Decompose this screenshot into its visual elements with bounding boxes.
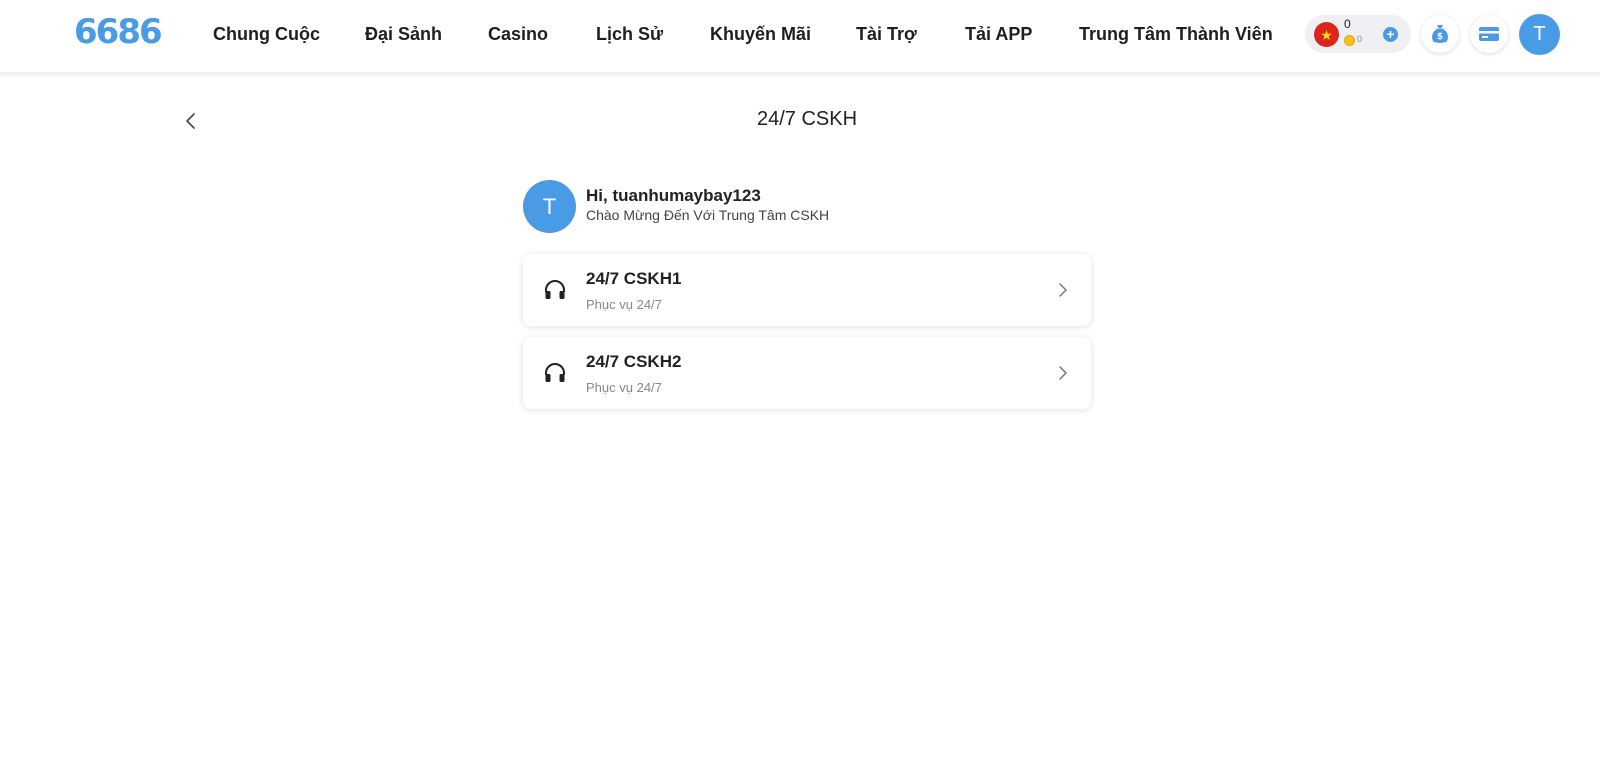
- nav-lich-su[interactable]: Lịch Sử: [596, 24, 663, 45]
- svg-text:$: $: [1437, 32, 1443, 42]
- welcome-text: Chào Mừng Đến Với Trung Tâm CSKH: [586, 207, 830, 223]
- nav-casino[interactable]: Casino: [488, 24, 548, 45]
- nav-trung-tam-thanh-vien[interactable]: Trung Tâm Thành Viên: [1079, 24, 1273, 45]
- balance-amount: 0: [1344, 17, 1351, 31]
- chevron-right-icon: [1059, 366, 1067, 380]
- credit-card-icon: [1479, 27, 1499, 41]
- service-card-cskh2[interactable]: 24/7 CSKH2 Phục vụ 24/7: [523, 337, 1091, 409]
- vietnam-flag-icon: ★: [1314, 22, 1339, 47]
- nav-tai-app[interactable]: Tải APP: [965, 24, 1032, 45]
- chevron-right-icon: [1059, 283, 1067, 297]
- nav-tai-tro[interactable]: Tài Trợ: [856, 24, 917, 45]
- user-avatar: T: [523, 180, 576, 233]
- nav-khuyen-mai[interactable]: Khuyến Mãi: [710, 24, 811, 45]
- service-subtitle: Phục vụ 24/7: [586, 380, 662, 395]
- nav-chung-cuoc[interactable]: Chung Cuộc: [213, 24, 320, 45]
- top-header: 6686 Chung Cuộc Đại Sảnh Casino Lịch Sử …: [0, 0, 1600, 73]
- card-button[interactable]: [1470, 15, 1508, 53]
- headset-icon: [545, 363, 565, 382]
- coin-icon: [1344, 35, 1355, 46]
- coin-balance: 0: [1357, 34, 1363, 44]
- headset-icon: [545, 280, 565, 299]
- service-card-cskh1[interactable]: 24/7 CSKH1 Phục vụ 24/7: [523, 254, 1091, 326]
- greeting-text: Hi, tuanhumaybay123: [586, 186, 761, 205]
- service-title: 24/7 CSKH2: [586, 352, 682, 371]
- site-logo[interactable]: 6686: [74, 12, 163, 52]
- nav-dai-sanh[interactable]: Đại Sảnh: [365, 24, 442, 45]
- service-title: 24/7 CSKH1: [586, 269, 682, 288]
- page-title: 24/7 CSKH: [756, 108, 858, 130]
- user-avatar-button[interactable]: T: [1519, 14, 1560, 55]
- service-subtitle: Phục vụ 24/7: [586, 297, 662, 312]
- balance-widget[interactable]: ★ 0 0 +: [1305, 15, 1411, 53]
- money-bag-icon: $: [1432, 25, 1448, 43]
- money-bag-button[interactable]: $: [1421, 15, 1459, 53]
- deposit-plus-button[interactable]: +: [1383, 27, 1398, 42]
